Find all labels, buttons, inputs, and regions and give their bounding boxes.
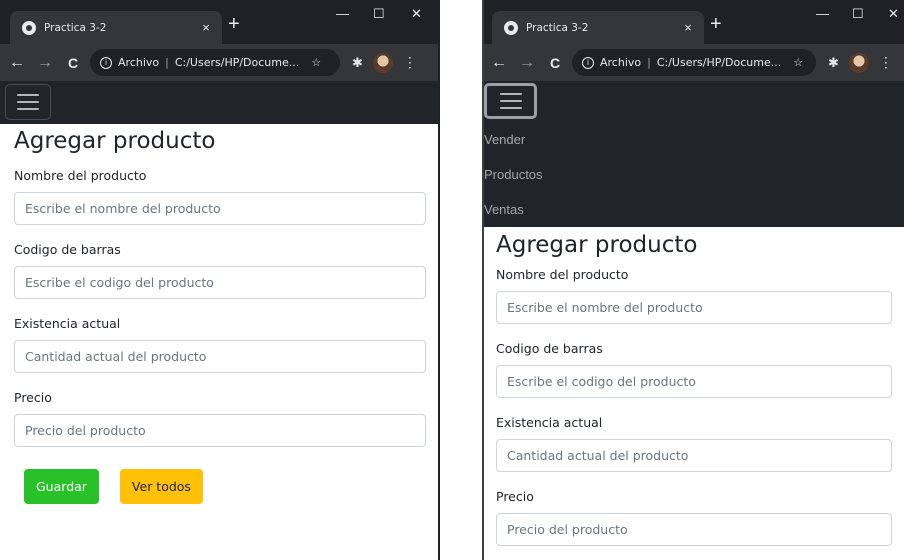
tab-close-icon[interactable]: × [196, 20, 216, 35]
hamburger-icon [499, 93, 522, 95]
forward-icon[interactable]: → [516, 54, 538, 72]
reload-icon[interactable]: C [544, 55, 566, 71]
kebab-menu-icon[interactable]: ⋮ [403, 54, 417, 71]
bookmark-star-icon[interactable]: ☆ [311, 56, 321, 69]
navbar-toggler-button[interactable] [5, 84, 51, 120]
nav-link-productos[interactable]: Productos [484, 157, 904, 192]
close-window-icon[interactable]: ✕ [411, 6, 422, 22]
maximize-icon[interactable]: ☐ [852, 6, 864, 22]
price-input[interactable] [496, 513, 892, 546]
page-title: Agregar producto [496, 232, 698, 258]
kebab-menu-icon[interactable]: ⋮ [879, 54, 893, 71]
barcode-input[interactable] [496, 365, 892, 398]
hamburger-icon [17, 94, 39, 96]
app-navbar-expanded: Vender Productos Ventas [484, 81, 904, 227]
address-bar[interactable]: i Archivo | C:/Users/HP/Docume... ☆ [572, 49, 816, 76]
address-bar[interactable]: i Archivo | C:/Users/HP/Docume... ☆ [90, 49, 340, 76]
address-path: C:/Users/HP/Docume... [174, 56, 300, 69]
field-label-barcode: Codigo de barras [14, 242, 121, 257]
browser-toolbar: ← → C i Archivo | C:/Users/HP/Docume... … [0, 44, 438, 81]
product-form: Agregar producto Nombre del producto Cod… [484, 232, 904, 546]
navbar-toggler-button[interactable] [484, 83, 537, 119]
info-icon[interactable]: i [582, 56, 594, 69]
field-label-stock: Existencia actual [14, 316, 121, 331]
browser-tab[interactable]: Practica 3-2 × [10, 11, 222, 44]
address-path: C:/Users/HP/Docume... [656, 56, 782, 69]
app-navbar [0, 81, 438, 124]
view-all-button[interactable]: Ver todos [119, 469, 203, 504]
reload-icon[interactable]: C [62, 55, 84, 71]
globe-icon [504, 20, 518, 35]
browser-window-expanded: Practica 3-2 × + — ☐ ✕ ← → C i Archivo |… [482, 0, 904, 560]
form-actions: Guardar Ver todos [14, 469, 426, 504]
price-input[interactable] [14, 414, 426, 447]
extensions-icon[interactable]: ✱ [352, 55, 363, 71]
info-icon[interactable]: i [100, 56, 112, 69]
globe-icon [22, 20, 36, 35]
nav-link-vender[interactable]: Vender [484, 122, 904, 157]
tab-close-icon[interactable]: × [678, 20, 698, 35]
stock-input[interactable] [14, 340, 426, 373]
new-tab-icon[interactable]: + [710, 14, 722, 34]
nav-link-ventas[interactable]: Ventas [484, 192, 904, 227]
field-label-stock: Existencia actual [496, 415, 603, 430]
save-button[interactable]: Guardar [24, 469, 99, 504]
tab-strip: Practica 3-2 × + — ☐ ✕ [0, 0, 438, 44]
maximize-icon[interactable]: ☐ [373, 6, 385, 22]
new-tab-icon[interactable]: + [228, 14, 240, 34]
field-label-name: Nombre del producto [496, 267, 629, 282]
address-scheme: Archivo [600, 56, 642, 69]
browser-tab[interactable]: Practica 3-2 × [492, 11, 704, 44]
profile-avatar[interactable] [848, 52, 869, 73]
field-label-barcode: Codigo de barras [496, 341, 603, 356]
barcode-input[interactable] [14, 266, 426, 299]
field-label-price: Precio [14, 390, 52, 405]
back-icon[interactable]: ← [6, 54, 28, 72]
field-label-name: Nombre del producto [14, 168, 147, 183]
browser-window-collapsed: Practica 3-2 × + — ☐ ✕ ← → C i Archivo |… [0, 0, 440, 560]
nav-links: Vender Productos Ventas [484, 122, 904, 227]
address-scheme: Archivo [118, 56, 160, 69]
back-icon[interactable]: ← [488, 54, 510, 72]
minimize-icon[interactable]: — [816, 6, 829, 21]
forward-icon[interactable]: → [34, 54, 56, 72]
tab-strip: Practica 3-2 × + — ☐ ✕ [484, 0, 904, 44]
product-name-input[interactable] [14, 192, 426, 225]
minimize-icon[interactable]: — [336, 6, 349, 21]
product-name-input[interactable] [496, 291, 892, 324]
extensions-icon[interactable]: ✱ [828, 55, 839, 71]
browser-toolbar: ← → C i Archivo | C:/Users/HP/Docume... … [484, 44, 904, 81]
address-separator: | [647, 56, 651, 69]
close-window-icon[interactable]: ✕ [888, 6, 899, 22]
stock-input[interactable] [496, 439, 892, 472]
bookmark-star-icon[interactable]: ☆ [793, 56, 803, 69]
tab-title: Practica 3-2 [526, 21, 589, 34]
profile-avatar[interactable] [372, 52, 393, 73]
product-form: Agregar producto Nombre del producto Cod… [0, 128, 438, 504]
tab-title: Practica 3-2 [44, 21, 107, 34]
field-label-price: Precio [496, 489, 534, 504]
address-separator: | [165, 56, 169, 69]
page-title: Agregar producto [14, 128, 216, 154]
